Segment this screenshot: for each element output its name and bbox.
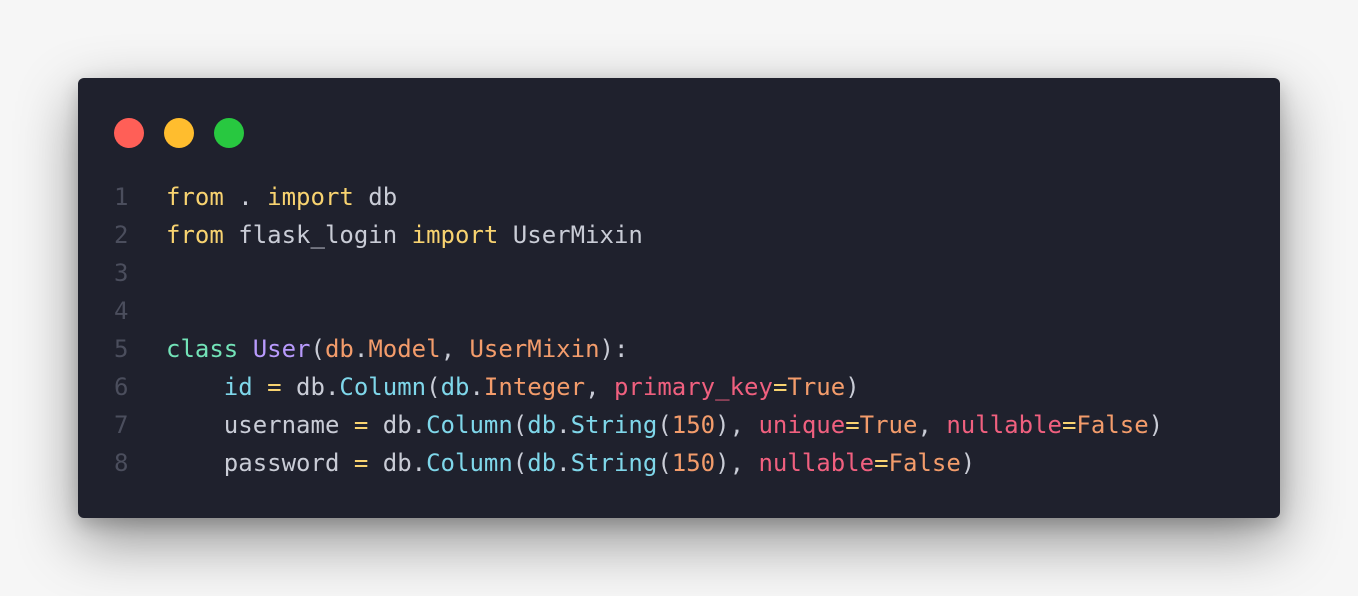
code-token: , — [917, 411, 947, 439]
code-token: String — [570, 411, 658, 439]
line-number: 1 — [114, 183, 129, 211]
code-token: Column — [426, 449, 513, 477]
code-token: nullable — [946, 411, 1062, 439]
code-token: import — [411, 221, 499, 249]
code-token: True — [859, 411, 918, 439]
line-number: 2 — [114, 221, 129, 249]
code-token: True — [787, 373, 846, 401]
code-token: ( — [426, 373, 441, 401]
code-text: from . import db — [166, 178, 397, 216]
code-token: User — [252, 335, 311, 363]
code-token: ( — [310, 335, 325, 363]
code-token: . — [469, 373, 484, 401]
code-token: 150 — [671, 411, 716, 439]
code-token: False — [888, 449, 961, 477]
code-token: ( — [657, 411, 672, 439]
close-dot-icon — [114, 118, 144, 148]
code-token: ), — [715, 449, 759, 477]
code-token: ( — [657, 449, 672, 477]
code-token: Model — [368, 335, 441, 363]
code-token: db. — [368, 411, 427, 439]
code-line: 8 password = db.Column(db.String(150), n… — [78, 444, 1280, 482]
code-token: db — [527, 449, 557, 477]
code-token: UserMixin — [469, 335, 600, 363]
code-text: from flask_login import UserMixin — [166, 216, 643, 254]
code-token: class — [166, 335, 239, 363]
code-token: . — [556, 449, 571, 477]
code-block: 1 from . import db 2 from flask_login impor… — [78, 178, 1280, 482]
code-text: class User(db.Model, UserMixin): — [166, 330, 628, 368]
code-line: 3 — [78, 254, 1280, 292]
window-controls — [114, 118, 244, 148]
code-token: 150 — [671, 449, 716, 477]
code-token: ), — [715, 411, 759, 439]
line-number: 3 — [114, 259, 129, 287]
code-token: db — [440, 373, 470, 401]
code-token: from — [166, 183, 224, 211]
code-token: ( — [512, 449, 528, 477]
code-line: 1 from . import db — [78, 178, 1280, 216]
code-token: id — [223, 373, 253, 401]
code-token: password — [166, 449, 354, 477]
code-line: 2 from flask_login import UserMixin — [78, 216, 1280, 254]
code-token: Column — [426, 411, 513, 439]
code-token: ) — [960, 449, 976, 477]
code-token: flask_login — [223, 221, 412, 249]
code-line: 7 username = db.Column(db.String(150), u… — [78, 406, 1280, 444]
code-line: 5 class User(db.Model, UserMixin): — [78, 330, 1280, 368]
code-window: 1 from . import db 2 from flask_login impor… — [78, 78, 1280, 518]
code-token: False — [1076, 411, 1149, 439]
code-text: id = db.Column(db.Integer, primary_key=T… — [166, 368, 860, 406]
code-token: db — [527, 411, 557, 439]
code-token: . — [556, 411, 571, 439]
code-token: primary_key — [613, 373, 773, 401]
code-token: ) — [1148, 411, 1164, 439]
code-token: = — [267, 373, 282, 401]
code-token: = — [772, 373, 788, 401]
code-token: import — [267, 183, 354, 211]
code-line: 6 id = db.Column(db.Integer, primary_key… — [78, 368, 1280, 406]
code-token: = — [353, 411, 369, 439]
code-token: db. — [281, 373, 340, 401]
code-token: = — [845, 411, 860, 439]
code-text: password = db.Column(db.String(150), nul… — [166, 444, 975, 482]
code-line: 4 — [78, 292, 1280, 330]
line-number: 7 — [114, 411, 129, 439]
code-token: = — [874, 449, 889, 477]
line-number: 6 — [114, 373, 129, 401]
code-token: , — [585, 373, 614, 401]
code-token: Column — [339, 373, 427, 401]
line-number: 5 — [114, 335, 129, 363]
code-token: ): — [599, 335, 629, 363]
code-token: UserMixin — [498, 221, 643, 249]
code-token: db — [324, 335, 354, 363]
minimize-dot-icon — [164, 118, 194, 148]
code-token: unique — [758, 411, 846, 439]
code-token: , — [440, 335, 470, 363]
code-token: db. — [368, 449, 427, 477]
code-text: username = db.Column(db.String(150), uni… — [166, 406, 1163, 444]
code-token: ( — [512, 411, 528, 439]
code-token: nullable — [758, 449, 875, 477]
code-token: username — [166, 411, 354, 439]
code-token: ) — [845, 373, 860, 401]
code-token: = — [1061, 411, 1077, 439]
maximize-dot-icon — [214, 118, 244, 148]
code-token: = — [353, 449, 369, 477]
line-number: 8 — [114, 449, 129, 477]
code-token: . — [223, 183, 268, 211]
code-token: db — [353, 183, 398, 211]
code-token: Integer — [483, 373, 586, 401]
code-token: String — [570, 449, 658, 477]
code-token: . — [353, 335, 369, 363]
line-number: 4 — [114, 297, 129, 325]
code-token: from — [166, 221, 224, 249]
